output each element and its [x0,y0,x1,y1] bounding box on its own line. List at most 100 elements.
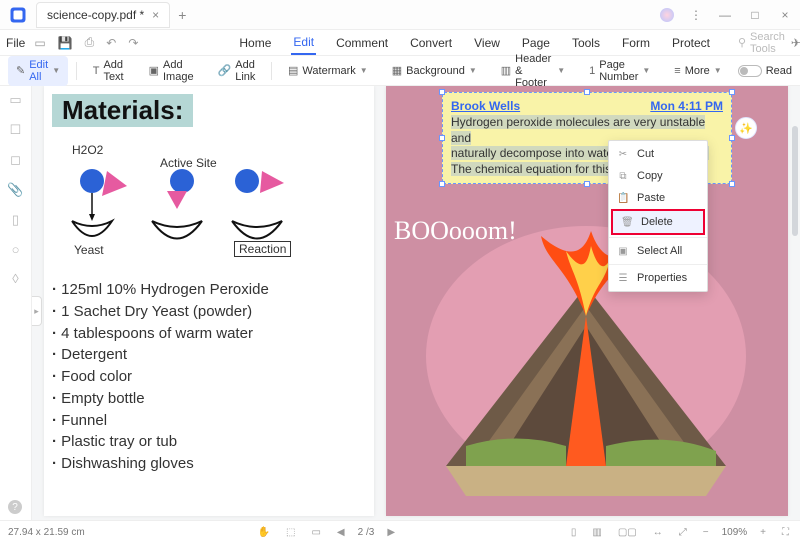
workspace: ▭ ☐ ◻ 📎 ▯ ○ ◊ ▸ Materials: H2O2 [0,86,800,520]
zoom-in-icon[interactable]: + [757,527,769,538]
add-text-button[interactable]: TAdd Text [85,56,133,86]
tab-tools[interactable]: Tools [570,32,602,54]
more-button[interactable]: ≡More▼ [666,62,729,80]
canvas[interactable]: ▸ Materials: H2O2 Active Site Yeast Reac… [32,86,800,520]
close-window-icon[interactable]: × [778,8,792,22]
list-item: Empty bottle [52,388,366,410]
minimize-icon[interactable]: — [718,8,732,22]
scrollbar[interactable] [792,126,798,236]
context-menu: ✂Cut ⧉Copy 📋Paste 🗑Delete ▣Select All ☰P… [608,140,708,292]
fit-page-icon[interactable]: ⤢ [676,527,690,538]
document-tab-title: science-copy.pdf * [47,8,144,22]
tab-comment[interactable]: Comment [334,32,390,54]
search-panel-icon[interactable]: ○ [12,242,20,257]
save-icon[interactable]: 💾 [55,36,76,50]
help-icon[interactable]: ? [8,500,22,514]
print-icon[interactable]: ⎙ [82,35,98,50]
continuous-icon[interactable]: ▥ [589,527,604,538]
two-page-icon[interactable]: ▢▢ [615,527,640,538]
list-item: 4 tablespoons of warm water [52,323,366,345]
ctx-paste[interactable]: 📋Paste [609,187,707,209]
note-time: Mon 4:11 PM [650,99,723,113]
statusbar: 27.94 x 21.59 cm ✋ ⬚ ▭ ◀ 2 /3 ▶ ▯ ▥ ▢▢ ↔… [0,520,800,544]
menubar: File ▭ 💾 ⎙ ↶ ↷ Home Edit Comment Convert… [0,30,800,56]
titlebar: science-copy.pdf * × + ⋮ — □ × [0,0,800,30]
ctx-cut[interactable]: ✂Cut [609,143,707,165]
ctx-copy[interactable]: ⧉Copy [609,165,707,187]
ctx-delete[interactable]: 🗑Delete [611,209,705,235]
panel-collapse-handle[interactable]: ▸ [32,296,42,326]
label-active-site: Active Site [160,156,217,170]
thumbnails-icon[interactable]: ▭ [9,92,21,108]
edit-toolbar: ✎ Edit All ▼ TAdd Text ▣Add Image 🔗Add L… [0,56,800,86]
send-icon[interactable]: ✈ [791,36,800,50]
text-icon: T [93,65,100,77]
trash-icon: 🗑 [621,217,633,228]
attachment-icon[interactable]: 📎 [7,182,23,198]
label-reaction: Reaction [234,241,291,257]
materials-list: 125ml 10% Hydrogen Peroxide 1 Sachet Dry… [52,279,366,475]
file-menu[interactable]: File [6,36,25,50]
header-footer-icon: ▥ [501,64,511,77]
zoom-level[interactable]: 109% [722,527,748,538]
hand-tool-icon[interactable]: ✋ [255,527,273,538]
divider [76,62,77,80]
prev-page-icon[interactable]: ◀ [334,527,348,538]
tab-protect[interactable]: Protect [670,32,712,54]
add-link-button[interactable]: 🔗Add Link [210,56,264,86]
list-item: Funnel [52,410,366,432]
watermark-button[interactable]: ▤Watermark▼ [280,61,376,80]
next-page-icon[interactable]: ▶ [384,527,398,538]
select-tool-icon[interactable]: ⬚ [283,527,298,538]
field-icon[interactable]: ▯ [12,212,19,228]
tab-convert[interactable]: Convert [408,32,454,54]
document-tab[interactable]: science-copy.pdf * × [36,2,170,28]
close-tab-icon[interactable]: × [152,8,159,22]
read-toggle[interactable]: Read [738,65,792,77]
add-image-button[interactable]: ▣Add Image [141,56,202,86]
background-button[interactable]: ▦Background▼ [384,61,485,80]
open-icon[interactable]: ▭ [31,36,48,50]
tab-edit[interactable]: Edit [291,31,316,55]
fullscreen-icon[interactable]: ⛶ [779,527,792,538]
page-indicator[interactable]: 2 /3 [358,527,375,538]
page-number-button[interactable]: 1Page Number▼ [581,56,658,86]
divider [271,62,272,80]
page-right: Brook Wells Mon 4:11 PM Hydrogen peroxid… [386,86,788,516]
maximize-icon[interactable]: □ [748,8,762,22]
list-item: Plastic tray or tub [52,431,366,453]
properties-icon: ☰ [617,273,629,284]
label-h2o2: H2O2 [72,143,103,157]
redo-icon[interactable]: ↷ [125,36,141,50]
image-icon: ▣ [149,64,159,77]
read-mode-icon[interactable]: ▭ [308,527,323,538]
search-icon: ⚲ [738,36,746,49]
single-page-icon[interactable]: ▯ [568,527,580,538]
ribbon-tabs: Home Edit Comment Convert View Page Tool… [237,31,712,55]
bookmark-icon[interactable]: ☐ [10,122,22,138]
cut-icon: ✂ [617,149,629,160]
background-icon: ▦ [392,64,402,77]
list-item: Detergent [52,344,366,366]
new-tab-button[interactable]: + [178,7,186,23]
chevron-down-icon: ▼ [52,66,60,75]
zoom-out-icon[interactable]: − [700,527,712,538]
link-icon: 🔗 [218,64,232,77]
ai-badge-icon[interactable]: ✨ [735,117,757,139]
undo-icon[interactable]: ↶ [103,36,119,50]
pencil-icon: ✎ [16,64,25,77]
annotation-icon[interactable]: ◻ [10,152,21,168]
copy-icon: ⧉ [617,171,629,182]
ctx-select-all[interactable]: ▣Select All [609,240,707,262]
fit-width-icon[interactable]: ↔ [650,527,666,538]
ai-orb-icon[interactable] [660,8,674,22]
watermark-icon: ▤ [288,64,298,77]
tab-home[interactable]: Home [237,32,273,54]
kebab-menu-icon[interactable]: ⋮ [690,8,702,22]
search-tools[interactable]: ⚲ Search Tools [738,31,785,55]
ctx-properties[interactable]: ☰Properties [609,267,707,289]
tab-form[interactable]: Form [620,32,652,54]
layers-icon[interactable]: ◊ [12,271,18,286]
edit-all-button[interactable]: ✎ Edit All ▼ [8,56,68,86]
page-left: Materials: H2O2 Active Site Yeast Reacti… [44,86,374,516]
